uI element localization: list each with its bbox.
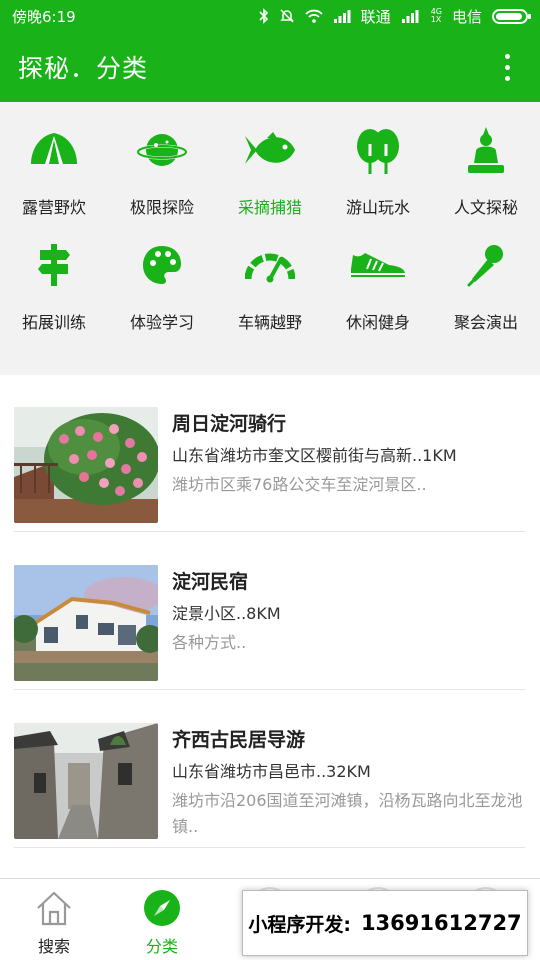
carrier-1: 联通 <box>360 7 391 26</box>
promo-banner: 小程序开发: 13691612727 <box>242 890 528 956</box>
category-label: 游山玩水 <box>345 198 410 217</box>
category-party[interactable]: 聚会演出 <box>432 239 540 354</box>
rose-garden-photo <box>14 407 158 523</box>
tab-search[interactable]: 搜索 <box>0 879 108 960</box>
listing-title: 周日淀河骑行 <box>172 413 287 435</box>
app-bar: 探秘．分类 <box>0 32 540 102</box>
category-learning[interactable]: 体验学习 <box>108 239 216 354</box>
signal-2-icon <box>401 10 419 23</box>
microphone-icon <box>456 239 516 291</box>
compass-icon <box>143 889 181 927</box>
listing-address: 山东省潍坊市昌邑市..32KM <box>172 762 371 781</box>
status-time: 傍晚6:19 <box>12 7 76 26</box>
buddha-icon <box>456 124 516 176</box>
category-label: 车辆越野 <box>237 313 302 332</box>
tab-label: 分类 <box>145 937 178 956</box>
category-extreme[interactable]: 极限探险 <box>108 124 216 239</box>
listing-route: 各种方式.. <box>172 633 247 652</box>
palette-icon <box>132 239 192 291</box>
category-label: 聚会演出 <box>453 313 518 332</box>
listing-info: 淀河民宿 淀景小区..8KM 各种方式.. <box>172 567 525 656</box>
category-culture[interactable]: 人文探秘 <box>432 124 540 239</box>
listing-info: 周日淀河骑行 山东省潍坊市奎文区樱前街与高新..1KM 潍坊市区乘76路公交车至… <box>172 409 525 498</box>
status-bar: 傍晚6:19 联通 4G 1X 电信 <box>0 0 540 32</box>
tab-category[interactable]: 分类 <box>108 879 216 960</box>
list-item[interactable]: 周日淀河骑行 山东省潍坊市奎文区樱前街与高新..1KM 潍坊市区乘76路公交车至… <box>14 375 525 532</box>
category-fitness[interactable]: 休闲健身 <box>324 239 432 354</box>
list-item[interactable]: 齐西古民居导游 山东省潍坊市昌邑市..32KM 潍坊市沿206国道至河滩镇，沿杨… <box>14 691 525 848</box>
wifi-icon <box>305 9 323 23</box>
category-grid: 露营野炊 极限探险 采摘捕猎 游山玩水 人文探秘 拓展训练 体验学习 车辆越野 … <box>0 124 540 354</box>
category-label: 极限探险 <box>129 198 194 217</box>
trees-icon <box>348 124 408 176</box>
listing-info: 齐西古民居导游 山东省潍坊市昌邑市..32KM 潍坊市沿206国道至河滩镇，沿杨… <box>172 725 525 840</box>
villa-photo <box>14 565 158 681</box>
sneaker-icon <box>348 239 408 291</box>
category-panel: 露营野炊 极限探险 采摘捕猎 游山玩水 人文探秘 拓展训练 体验学习 车辆越野 … <box>0 102 540 375</box>
category-label: 人文探秘 <box>453 198 518 217</box>
page-title: 探秘．分类 <box>18 54 149 83</box>
speedometer-icon <box>240 239 300 291</box>
battery-icon <box>492 8 531 24</box>
listing-title: 齐西古民居导游 <box>172 729 306 751</box>
category-label: 拓展训练 <box>21 313 86 332</box>
more-vertical-icon[interactable] <box>492 47 522 87</box>
home-icon <box>34 889 74 927</box>
category-offroad[interactable]: 车辆越野 <box>216 239 324 354</box>
category-training[interactable]: 拓展训练 <box>0 239 108 354</box>
tent-icon <box>24 124 84 176</box>
promo-label: 小程序开发: <box>248 913 351 936</box>
planet-icon <box>132 124 192 176</box>
signal-icon <box>333 10 351 23</box>
bluetooth-icon <box>259 8 268 24</box>
listing-route: 潍坊市区乘76路公交车至淀河景区.. <box>172 475 427 494</box>
list-item[interactable]: 淀河民宿 淀景小区..8KM 各种方式.. <box>14 533 525 690</box>
listing-route: 潍坊市沿206国道至河滩镇，沿杨瓦路向北至龙池镇.. <box>172 791 523 836</box>
network-type: 4G 1X <box>430 7 442 24</box>
old-alley-photo <box>14 723 158 839</box>
tab-label: 搜索 <box>37 937 70 956</box>
category-label: 采摘捕猎 <box>237 198 302 217</box>
carrier-2: 电信 <box>451 7 482 26</box>
status-indicators: 联通 4G 1X 电信 <box>259 6 531 27</box>
category-label: 露营野炊 <box>21 198 86 217</box>
mute-icon <box>279 9 294 23</box>
category-label: 休闲健身 <box>345 313 410 332</box>
category-camping[interactable]: 露营野炊 <box>0 124 108 239</box>
listing-address: 山东省潍坊市奎文区樱前街与高新..1KM <box>172 446 457 465</box>
listing-address: 淀景小区..8KM <box>172 604 281 623</box>
fish-icon <box>240 124 300 176</box>
category-scenery[interactable]: 游山玩水 <box>324 124 432 239</box>
category-label: 体验学习 <box>129 313 194 332</box>
category-picking[interactable]: 采摘捕猎 <box>216 124 324 239</box>
promo-phone: 13691612727 <box>360 911 522 935</box>
signpost-icon <box>24 239 84 291</box>
listing-title: 淀河民宿 <box>172 571 249 593</box>
